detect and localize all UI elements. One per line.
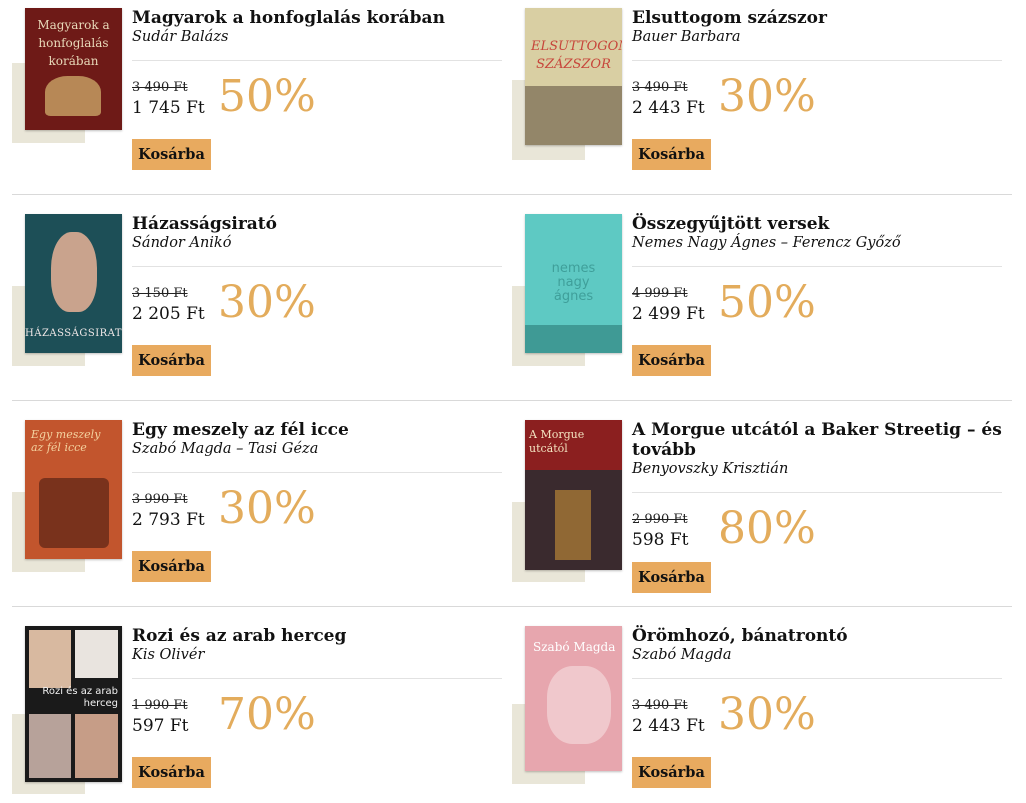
book-title[interactable]: Örömhozó, bánatrontó [632, 626, 1002, 646]
book-cover[interactable]: A Morgue utcától [525, 420, 622, 570]
new-price: 2 443 Ft [632, 98, 705, 118]
new-price: 2 443 Ft [632, 716, 705, 736]
discount-percent: 30% [718, 689, 816, 740]
divider [132, 60, 502, 61]
add-to-cart-button[interactable]: Kosárba [132, 345, 211, 376]
divider [632, 60, 1002, 61]
book-cover[interactable]: nemes nagy ágnes [525, 214, 622, 353]
cover-title: Szabó Magda [533, 640, 616, 654]
book-author[interactable]: Szabó Magda – Tasi Géza [132, 440, 502, 458]
book-title[interactable]: Egy meszely az fél icce [132, 420, 502, 440]
old-price: 3 150 Ft [132, 286, 188, 301]
divider [632, 678, 1002, 679]
new-price: 597 Ft [132, 716, 189, 736]
discount-percent: 50% [718, 277, 816, 328]
cover-title: Egy meszely az fél icce [31, 428, 101, 454]
divider [132, 266, 502, 267]
add-to-cart-button[interactable]: Kosárba [632, 757, 711, 788]
add-to-cart-button[interactable]: Kosárba [132, 757, 211, 788]
cover-title: nemes nagy ágnes [551, 261, 596, 304]
old-price: 4 999 Ft [632, 286, 688, 301]
book-title[interactable]: Házasságsirató [132, 214, 502, 234]
book-author[interactable]: Benyovszky Krisztián [632, 460, 1002, 478]
book-cover[interactable]: Magyarok a honfoglalás korában [25, 8, 122, 130]
old-price: 2 990 Ft [632, 512, 688, 527]
old-price: 3 490 Ft [632, 80, 688, 95]
discount-percent: 50% [218, 71, 316, 122]
add-to-cart-button[interactable]: Kosárba [632, 139, 711, 170]
book-author[interactable]: Sudár Balázs [132, 28, 502, 46]
book-cover[interactable]: Egy meszely az fél icce [25, 420, 122, 559]
cover-title: Rozi és az arab herceg [42, 686, 118, 709]
new-price: 2 205 Ft [132, 304, 205, 324]
new-price: 2 499 Ft [632, 304, 705, 324]
book-cover[interactable]: ELSUTTOGOM SZÁZSZOR [525, 8, 622, 145]
old-price: 1 990 Ft [132, 698, 188, 713]
discount-percent: 70% [218, 689, 316, 740]
book-title[interactable]: A Morgue utcától a Baker Streetig – és t… [632, 420, 1002, 460]
cover-title: A Morgue utcától [529, 428, 585, 455]
divider [632, 492, 1002, 493]
divider [132, 472, 502, 473]
new-price: 2 793 Ft [132, 510, 205, 530]
add-to-cart-button[interactable]: Kosárba [132, 139, 211, 170]
book-author[interactable]: Kis Olivér [132, 646, 502, 664]
book-title[interactable]: Magyarok a honfoglalás korában [132, 8, 502, 28]
book-author[interactable]: Bauer Barbara [632, 28, 1002, 46]
row-divider [12, 606, 1012, 607]
book-grid: Magyarok a honfoglalás korában Magyarok … [0, 0, 1026, 803]
add-to-cart-button[interactable]: Kosárba [632, 345, 711, 376]
discount-percent: 30% [218, 483, 316, 534]
discount-percent: 30% [718, 71, 816, 122]
book-cover[interactable]: Rozi és az arab herceg [25, 626, 122, 782]
cover-title: HÁZASSÁGSIRATÓ [25, 328, 122, 339]
add-to-cart-button[interactable]: Kosárba [632, 562, 711, 593]
book-title[interactable]: Elsuttogom százszor [632, 8, 1002, 28]
old-price: 3 490 Ft [132, 80, 188, 95]
book-author[interactable]: Nemes Nagy Ágnes – Ferencz Győző [632, 234, 1002, 252]
cover-title: ELSUTTOGOM SZÁZSZOR [531, 39, 622, 72]
row-divider [12, 194, 1012, 195]
new-price: 1 745 Ft [132, 98, 205, 118]
book-cover[interactable]: HÁZASSÁGSIRATÓ [25, 214, 122, 353]
divider [132, 678, 502, 679]
divider [632, 266, 1002, 267]
discount-percent: 80% [718, 503, 816, 554]
new-price: 598 Ft [632, 530, 689, 550]
book-cover[interactable]: Szabó Magda [525, 626, 622, 771]
cover-title: Magyarok a honfoglalás korában [37, 18, 110, 68]
book-author[interactable]: Szabó Magda [632, 646, 1002, 664]
book-title[interactable]: Rozi és az arab herceg [132, 626, 502, 646]
discount-percent: 30% [218, 277, 316, 328]
row-divider [12, 400, 1012, 401]
old-price: 3 490 Ft [632, 698, 688, 713]
book-title[interactable]: Összegyűjtött versek [632, 214, 1002, 234]
old-price: 3 990 Ft [132, 492, 188, 507]
book-author[interactable]: Sándor Anikó [132, 234, 502, 252]
add-to-cart-button[interactable]: Kosárba [132, 551, 211, 582]
